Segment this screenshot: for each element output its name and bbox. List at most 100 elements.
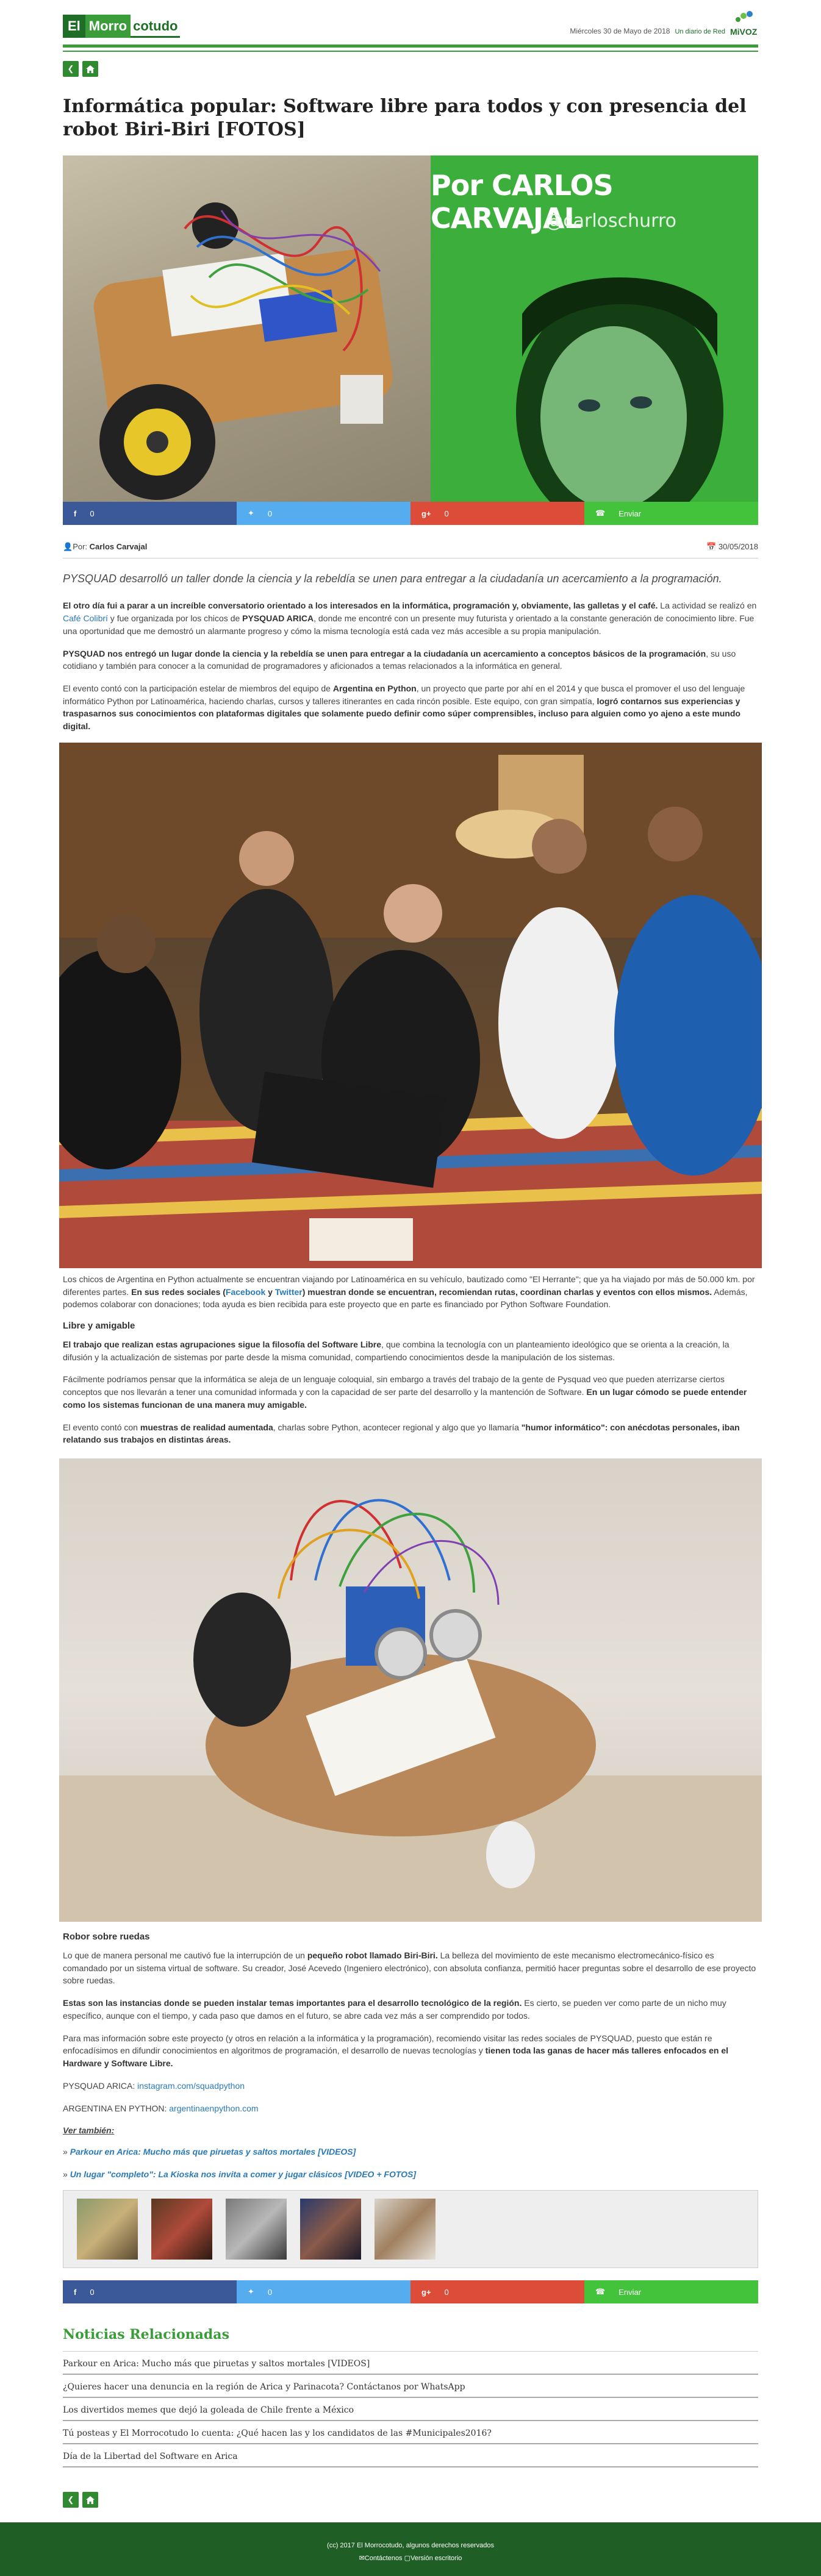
related-news-item[interactable]: Día de la Libertad del Software en Arica	[63, 2444, 758, 2468]
share-whatsapp-button[interactable]: ☎ Enviar	[584, 502, 758, 525]
user-icon: 👤	[63, 542, 73, 551]
robot-biri-biri-illustration	[59, 1499, 762, 1922]
network-label: Un diario de Red	[675, 28, 725, 35]
paragraph-8: Estas son las instancias donde se pueden…	[63, 1998, 726, 2021]
article-lead: PYSQUAD desarrolló un taller donde la ci…	[63, 573, 722, 585]
monitor-icon: ▢	[404, 2555, 411, 2563]
share-bar-top: f0 ✦ 0 g+ 0 ☎ Enviar	[63, 502, 758, 525]
author-prefix: Por:	[73, 542, 88, 551]
hero-robot-photo	[63, 155, 431, 502]
cafe-colibri-link[interactable]: Café Colibrí	[63, 613, 108, 623]
related-news-item[interactable]: Los divertidos memes que dejó la goleada…	[63, 2398, 758, 2422]
author-name: Carlos Carvajal	[89, 542, 148, 551]
photo-caption-1: Los chicos de Argentina en Python actual…	[63, 1274, 755, 1310]
logo-part-2: Morro	[85, 15, 131, 38]
home-icon	[86, 65, 95, 73]
twitter-link[interactable]: Twitter	[275, 1287, 303, 1297]
subheading-robot: Robor sobre ruedas	[63, 1932, 150, 1943]
paragraph-4: El trabajo que realizan estas agrupacion…	[63, 1340, 730, 1362]
facebook-icon: f	[74, 508, 77, 518]
gallery-thumb[interactable]	[300, 2199, 361, 2260]
whatsapp-icon: ☎	[595, 2287, 606, 2297]
robot-illustration	[93, 202, 393, 500]
hero-author-handle: @carloschurro	[545, 210, 676, 232]
chevron-left-icon: ❮	[67, 64, 74, 73]
whatsapp-icon: ☎	[595, 508, 606, 518]
whatsapp-label: Enviar	[618, 2287, 642, 2297]
home-icon	[86, 2496, 95, 2504]
author-line: 👤Por: Carlos Carvajal	[63, 542, 147, 552]
share-googleplus-button[interactable]: g+ 0	[411, 2280, 584, 2304]
see-also-heading: Ver también:	[63, 2125, 115, 2136]
paragraph-1: El otro día fui a parar a un increíble c…	[63, 601, 757, 636]
site-logo[interactable]: El Morro cotudo	[63, 15, 181, 38]
hero-author-panel: Por CARLOS CARVAJAL @carloschurro	[431, 155, 758, 502]
logo-part-3: cotudo	[131, 15, 181, 38]
gallery-thumb[interactable]	[375, 2199, 436, 2260]
related-news-item[interactable]: Parkour en Arica: Mucho más que piruetas…	[63, 2352, 758, 2375]
site-footer: (cc) 2017 El Morrocotudo, algunos derech…	[0, 2522, 821, 2576]
gallery-thumb[interactable]	[151, 2199, 212, 2260]
robot-photo	[59, 1458, 762, 1922]
header-divider	[63, 51, 758, 52]
paragraph-9: Para mas información sobre este proyecto…	[63, 2033, 729, 2069]
paragraph-2: PYSQUAD nos entregó un lugar donde la ci…	[63, 648, 736, 671]
footer-copyright: (cc) 2017 El Morrocotudo, algunos derech…	[327, 2542, 494, 2550]
share-facebook-button[interactable]: f0	[63, 502, 237, 525]
mivoz-dots-icon	[736, 11, 753, 22]
logo-part-1: El	[63, 15, 85, 38]
paragraph-3: El evento contó con la participación est…	[63, 683, 745, 732]
gallery-thumb[interactable]	[226, 2199, 287, 2260]
footer-links: ✉Contáctenos ▢Versión escritorio	[0, 2554, 821, 2562]
share-whatsapp-button[interactable]: ☎ Enviar	[584, 2280, 758, 2304]
nav-buttons: ❮	[63, 61, 758, 77]
article-body: El otro día fui a parar a un increíble c…	[59, 599, 762, 2180]
back-button[interactable]: ❮	[63, 2492, 79, 2508]
contact-link[interactable]: ✉Contáctenos	[359, 2555, 403, 2562]
argentina-python-link[interactable]: argentinaenpython.com	[169, 2103, 258, 2113]
article-title: Informática popular: Software libre para…	[63, 96, 747, 140]
nav-buttons-bottom: ❮	[63, 2492, 758, 2508]
envelope-icon: ✉	[359, 2555, 365, 2563]
related-news-heading: Noticias Relacionadas	[63, 2327, 758, 2352]
share-twitter-button[interactable]: ✦ 0	[237, 2280, 411, 2304]
mivoz-logo[interactable]: MiVOZ	[730, 11, 758, 38]
googleplus-count: 0	[444, 508, 449, 518]
related-news-item[interactable]: Tú posteas y El Morrocotudo lo cuenta: ¿…	[63, 2421, 758, 2445]
twitter-count: 0	[267, 2287, 273, 2297]
facebook-icon: f	[74, 2287, 77, 2297]
home-button[interactable]	[82, 2492, 98, 2508]
chevron-left-icon: ❮	[67, 2495, 74, 2505]
desktop-version-link[interactable]: ▢Versión escritorio	[404, 2555, 462, 2562]
gallery-thumb[interactable]	[77, 2199, 138, 2260]
back-button[interactable]: ❮	[63, 61, 79, 77]
see-also-item-1: » Parkour en Arica: Mucho más que piruet…	[63, 2146, 356, 2157]
paragraph-5: Fácilmente podríamos pensar que la infor…	[63, 1374, 747, 1410]
twitter-icon: ✦	[248, 508, 254, 518]
facebook-count: 0	[90, 2287, 95, 2297]
facebook-count: 0	[90, 508, 95, 518]
pysquad-link-line: PYSQUAD ARICA: instagram.com/squadpython	[63, 2080, 245, 2091]
home-button[interactable]	[82, 61, 98, 77]
share-twitter-button[interactable]: ✦ 0	[237, 502, 411, 525]
workshop-illustration	[59, 742, 762, 1268]
subheading-libre: Libre y amigable	[63, 1321, 135, 1332]
site-header: El Morro cotudo Miércoles 30 de Mayo de …	[63, 0, 758, 48]
see-also-link-2[interactable]: Un lugar "completo": La Kioska nos invit…	[70, 2169, 416, 2179]
calendar-icon: 📅	[706, 542, 717, 551]
share-googleplus-button[interactable]: g+ 0	[411, 502, 584, 525]
article-date: 30/05/2018	[718, 542, 758, 551]
facebook-link[interactable]: Facebook	[226, 1287, 265, 1297]
paragraph-7: Lo que de manera personal me cautivó fue…	[63, 1950, 756, 1986]
see-also-item-2: » Un lugar "completo": La Kioska nos inv…	[63, 2169, 417, 2179]
see-also-link-1[interactable]: Parkour en Arica: Mucho más que piruetas…	[70, 2147, 356, 2157]
pysquad-instagram-link[interactable]: instagram.com/squadpython	[137, 2081, 245, 2091]
hero-image: Por CARLOS CARVAJAL @carloschurro	[63, 155, 758, 502]
argentina-link-line: ARGENTINA EN PYTHON: argentinaenpython.c…	[63, 2103, 259, 2113]
share-bar-bottom: f0 ✦ 0 g+ 0 ☎ Enviar	[63, 2280, 758, 2304]
mivoz-text: MiVOZ	[730, 27, 758, 37]
photo-gallery	[63, 2190, 758, 2269]
share-facebook-button[interactable]: f0	[63, 2280, 237, 2304]
header-right: Miércoles 30 de Mayo de 2018 Un diario d…	[570, 11, 758, 38]
related-news-item[interactable]: ¿Quieres hacer una denuncia en la región…	[63, 2375, 758, 2399]
